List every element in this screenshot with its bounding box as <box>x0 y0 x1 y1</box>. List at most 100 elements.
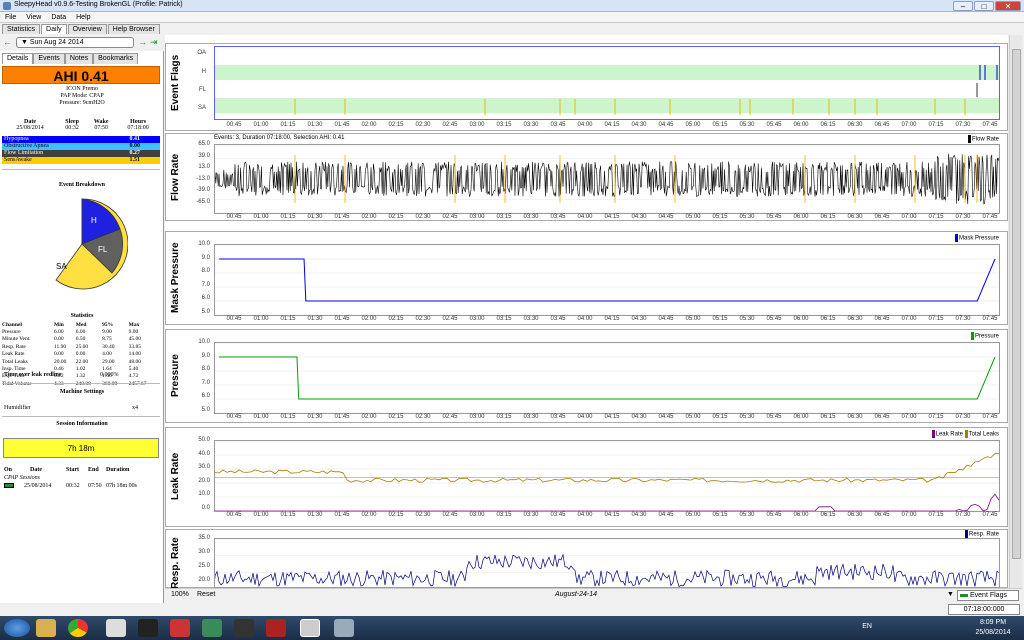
flag-row-fl: FL <box>198 87 206 93</box>
summary-hours: 07:18:00 <box>127 125 149 131</box>
event-row-hypopnea[interactable]: Hypopnea 0.41 <box>2 136 160 143</box>
y-tick-label: 10.0 <box>198 491 210 498</box>
language-indicator[interactable]: EN <box>862 622 872 632</box>
flow-info: Events: 3, Duration 07:18:00, Selection … <box>214 135 345 141</box>
app-icon-4[interactable] <box>170 619 190 637</box>
menu-data[interactable]: Data <box>46 12 71 23</box>
x-tick-label: 04:30 <box>631 316 647 322</box>
menu-view[interactable]: View <box>21 12 46 23</box>
leak-rate-plot[interactable] <box>214 440 1000 512</box>
x-axis: 00:45 01:00 01:15 01:30 01:45 02:00 02:15 02:30… <box>214 414 1000 422</box>
divider <box>2 416 160 417</box>
combo-arrow-icon[interactable]: ▼ <box>947 591 954 598</box>
x-tick-label: 00:45 <box>226 316 242 322</box>
x-tick-label: 06:15 <box>820 512 836 518</box>
resp-rate-plot[interactable] <box>214 538 1000 589</box>
x-tick-label: 06:45 <box>874 512 890 518</box>
summary-sleep: 00:32 <box>65 125 79 131</box>
date-picker[interactable]: ▼ Sun Aug 24 2014 <box>16 37 134 48</box>
close-button[interactable]: ✕ <box>995 1 1021 11</box>
x-tick-label: 05:15 <box>712 214 728 220</box>
y-tick-label: 30.0 <box>198 464 210 471</box>
session-toggle-checkbox[interactable] <box>4 483 14 488</box>
x-tick-label: 03:00 <box>469 414 485 420</box>
dota-icon[interactable] <box>266 619 286 637</box>
menu-help[interactable]: Help <box>71 12 95 23</box>
event-flags-plot[interactable] <box>214 46 1000 120</box>
x-tick-label: 05:45 <box>766 122 782 128</box>
chrome-icon[interactable] <box>68 619 88 637</box>
x-tick-label: 07:30 <box>955 122 971 128</box>
x-tick-label: 07:45 <box>982 512 998 518</box>
x-tick-label: 01:30 <box>307 316 323 322</box>
x-tick-label: 01:45 <box>334 214 350 220</box>
y-tick-label: 20.0 <box>198 577 210 583</box>
x-tick-label: 01:15 <box>280 122 296 128</box>
graph-select-combo[interactable]: Event Flags <box>957 590 1019 601</box>
pie-label-fl: FL <box>98 245 108 254</box>
taskbar: EN 8:09 PM 25/08/2014 <box>0 616 1024 640</box>
tab-statistics[interactable]: Statistics <box>2 24 41 34</box>
y-tick-label: 6.0 <box>201 393 210 400</box>
x-tick-label: 07:45 <box>982 414 998 420</box>
tab-events[interactable]: Events <box>33 53 65 64</box>
clock[interactable]: 8:09 PM 25/08/2014 <box>968 618 1018 638</box>
x-axis: 00:45 01:00 01:15 01:30 01:45 02:00 02:15 02:30… <box>214 316 1000 324</box>
app-icon-2[interactable] <box>106 619 126 637</box>
prev-day-button[interactable]: ← <box>3 37 12 47</box>
flag-row-h: H <box>201 69 206 75</box>
pressure-setting: Pressure: 9cmH2O <box>59 100 105 106</box>
session-row[interactable]: 25/08/2014 00:32 07:50 07h 18m 00s <box>4 483 162 490</box>
sleepyhead-icon[interactable] <box>300 619 320 637</box>
explorer-icon[interactable] <box>36 619 56 637</box>
sab-icon[interactable] <box>234 619 254 637</box>
tab-daily[interactable]: Daily <box>41 24 67 34</box>
pressure-plot[interactable] <box>214 342 1000 414</box>
scroll-thumb[interactable] <box>1012 49 1021 559</box>
x-tick-label: 07:30 <box>955 316 971 322</box>
session-duration-bar[interactable]: 7h 18m <box>3 438 159 458</box>
reset-button[interactable]: Reset <box>197 591 215 598</box>
next-day-button[interactable]: → <box>138 37 147 47</box>
minimize-button[interactable]: – <box>953 1 973 11</box>
event-row-flow-limitation[interactable]: Flow Limitation 0.27 <box>2 150 160 157</box>
tab-notes[interactable]: Notes <box>64 53 94 64</box>
mask-pressure-plot[interactable] <box>214 244 1000 316</box>
tab-help-browser[interactable]: Help Browser <box>107 24 160 34</box>
x-tick-label: 06:45 <box>874 214 890 220</box>
x-tick-label: 01:45 <box>334 414 350 420</box>
graph-scrollbar[interactable] <box>1009 35 1022 588</box>
series-line <box>219 258 996 302</box>
flow-rate-plot[interactable] <box>214 144 1000 214</box>
menu-file[interactable]: File <box>0 12 21 23</box>
maximize-button[interactable]: □ <box>974 1 994 11</box>
paint-icon[interactable] <box>334 619 354 637</box>
tab-overview[interactable]: Overview <box>67 24 107 34</box>
x-tick-label: 07:00 <box>901 122 917 128</box>
steam-icon[interactable] <box>138 619 158 637</box>
x-tick-label: 01:15 <box>280 512 296 518</box>
app-icon-5[interactable] <box>202 619 222 637</box>
x-tick-label: 03:45 <box>550 316 566 322</box>
x-tick-label: 05:00 <box>685 316 701 322</box>
tab-bookmarks[interactable]: Bookmarks <box>93 53 139 64</box>
x-tick-label: 01:00 <box>253 122 269 128</box>
tab-details[interactable]: Details <box>2 53 34 64</box>
summary-table: Date Sleep Wake Hours 25/08/2014 00:32 07:50 0… <box>2 119 160 131</box>
x-tick-label: 04:30 <box>631 122 647 128</box>
x-tick-label: 03:15 <box>496 414 512 420</box>
start-button[interactable] <box>4 619 30 637</box>
event-row-obstructive-apnea[interactable]: Obstructive Apnea 0.00 <box>2 143 160 150</box>
jump-latest-button[interactable]: ⇥ <box>150 37 158 48</box>
menu-bar: File View Data Help <box>0 12 1024 23</box>
humidifier-label: Humidifier <box>4 405 31 411</box>
leak-axis-label: Leak Rate <box>170 452 181 500</box>
x-tick-label: 01:00 <box>253 414 269 420</box>
y-tick-label: 25.0 <box>198 563 210 569</box>
x-tick-label: 04:00 <box>577 316 593 322</box>
event-row-sensawake[interactable]: SensAwake 1.51 <box>2 157 160 164</box>
x-tick-label: 03:45 <box>550 512 566 518</box>
pressure-axis-label: Pressure <box>170 354 181 398</box>
title-bar: SleepyHead v0.9.6-Testing BrokenGL (Prof… <box>0 0 1024 12</box>
x-tick-label: 07:00 <box>901 512 917 518</box>
